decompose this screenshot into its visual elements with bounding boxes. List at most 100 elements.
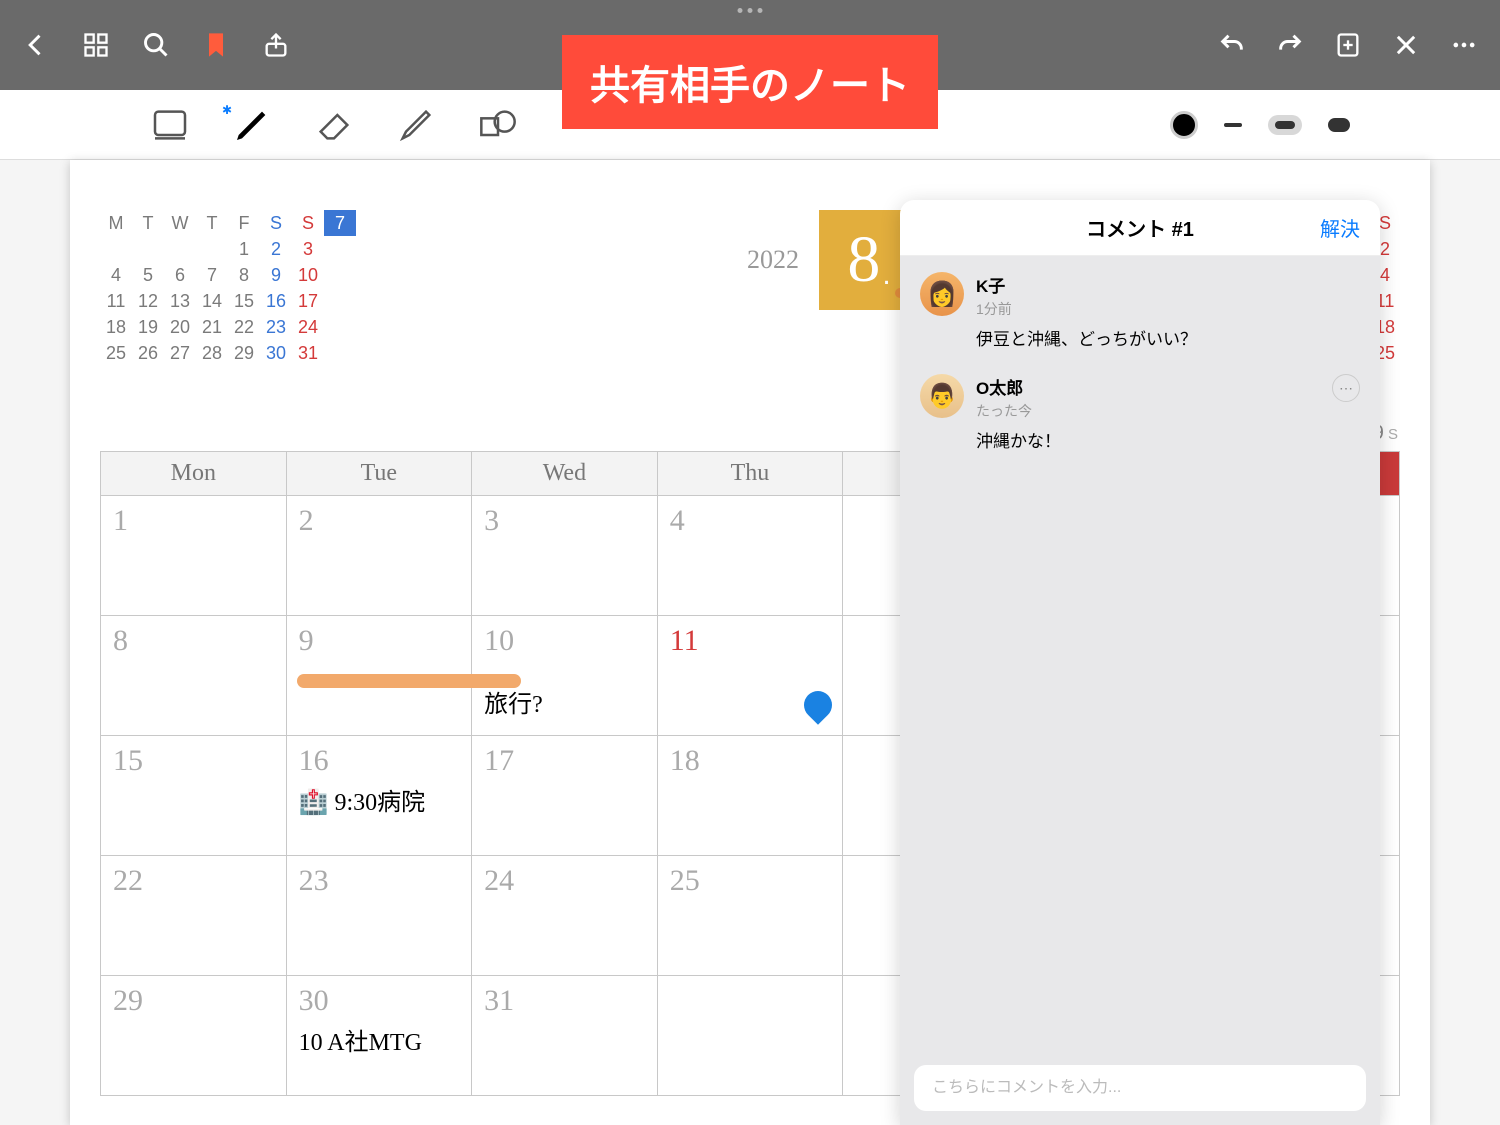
close-toolbar-button[interactable] xyxy=(1390,29,1422,61)
mini-cal-day[interactable]: 10 xyxy=(292,262,324,288)
calendar-cell[interactable]: 2 xyxy=(286,496,472,616)
day-number: 23 xyxy=(299,864,460,898)
mini-cal-header: F xyxy=(228,210,260,236)
calendar-cell[interactable]: 25 xyxy=(657,856,843,976)
mini-cal-day[interactable]: 29 xyxy=(228,340,260,366)
mini-calendar-prev[interactable]: MTWTFSS712345678910111213141516171819202… xyxy=(100,210,356,366)
mini-cal-day[interactable]: 14 xyxy=(196,288,228,314)
pen-size-picker xyxy=(1170,111,1350,139)
share-button[interactable] xyxy=(260,29,292,61)
day-number: 16 xyxy=(299,744,460,778)
calendar-cell[interactable]: 24 xyxy=(472,856,658,976)
calendar-cell[interactable]: 31 xyxy=(472,976,658,1096)
weekday-header: Thu xyxy=(657,452,843,496)
redo-button[interactable] xyxy=(1274,29,1306,61)
shapes-tool[interactable] xyxy=(478,105,518,145)
highlighter-tool[interactable] xyxy=(396,105,436,145)
mini-cal-day[interactable]: 15 xyxy=(228,288,260,314)
day-number: 22 xyxy=(113,864,274,898)
add-page-button[interactable] xyxy=(1332,29,1364,61)
comment-item: 👩 K子 1分前 伊豆と沖縄、どっちがいい？ xyxy=(920,272,1360,350)
mini-cal-day[interactable]: 21 xyxy=(196,314,228,340)
weekday-header: Tue xyxy=(286,452,472,496)
mini-cal-day[interactable]: 23 xyxy=(260,314,292,340)
mini-cal-day[interactable]: 25 xyxy=(100,340,132,366)
mini-cal-day[interactable]: 7 xyxy=(196,262,228,288)
day-number: 8 xyxy=(113,624,274,658)
mini-cal-day[interactable] xyxy=(132,236,164,262)
mini-cal-day[interactable] xyxy=(196,236,228,262)
comment-menu-button[interactable]: ⋯ xyxy=(1332,374,1360,402)
calendar-cell[interactable]: 3010 A社MTG xyxy=(286,976,472,1096)
mini-cal-day[interactable]: 16 xyxy=(260,288,292,314)
calendar-cell[interactable]: 22 xyxy=(101,856,287,976)
calendar-cell[interactable]: 3 xyxy=(472,496,658,616)
search-button[interactable] xyxy=(140,29,172,61)
mini-cal-day[interactable]: 12 xyxy=(132,288,164,314)
mini-cal-day[interactable]: 3 xyxy=(292,236,324,262)
day-number: 2 xyxy=(299,504,460,538)
pen-color-black[interactable] xyxy=(1170,111,1198,139)
more-button[interactable] xyxy=(1448,29,1480,61)
comment-author: O太郎 xyxy=(976,374,1360,399)
mini-cal-day[interactable]: 13 xyxy=(164,288,196,314)
mini-cal-day[interactable]: 22 xyxy=(228,314,260,340)
calendar-cell[interactable]: 11 xyxy=(657,616,843,736)
calendar-cell[interactable]: 8 xyxy=(101,616,287,736)
window-handle-icon[interactable] xyxy=(738,8,763,13)
comment-input[interactable] xyxy=(914,1065,1366,1111)
mini-cal-day[interactable]: 6 xyxy=(164,262,196,288)
mini-cal-day[interactable]: 8 xyxy=(228,262,260,288)
pen-tool[interactable]: ✱ xyxy=(232,105,272,145)
calendar-cell[interactable]: 4 xyxy=(657,496,843,616)
calendar-cell[interactable]: 29 xyxy=(101,976,287,1096)
mini-cal-day[interactable]: 1 xyxy=(228,236,260,262)
calendar-cell[interactable]: 15 xyxy=(101,736,287,856)
bookmark-icon[interactable] xyxy=(200,29,232,61)
mini-cal-day[interactable]: 17 xyxy=(292,288,324,314)
calendar-cell[interactable]: 9 xyxy=(286,616,472,736)
mini-cal-day[interactable]: 5 xyxy=(132,262,164,288)
calendar-cell[interactable]: 23 xyxy=(286,856,472,976)
mini-cal-day[interactable]: 24 xyxy=(292,314,324,340)
calendar-cell[interactable] xyxy=(657,976,843,1096)
comment-time: 1分前 xyxy=(976,299,1360,319)
mini-cal-day[interactable]: 27 xyxy=(164,340,196,366)
mini-cal-day[interactable]: 20 xyxy=(164,314,196,340)
back-button[interactable] xyxy=(20,29,52,61)
pen-size-thin[interactable] xyxy=(1224,123,1242,127)
calendar-cell[interactable]: 16🏥 9:30病院 xyxy=(286,736,472,856)
thumbnails-button[interactable] xyxy=(80,29,112,61)
mini-cal-day[interactable]: 11 xyxy=(100,288,132,314)
mini-cal-today: 7 xyxy=(324,210,356,236)
resolve-button[interactable]: 解決 xyxy=(1320,213,1360,242)
mini-cal-day[interactable]: 28 xyxy=(196,340,228,366)
mini-cal-day[interactable]: 30 xyxy=(260,340,292,366)
mini-cal-day[interactable]: 19 xyxy=(132,314,164,340)
eraser-tool[interactable] xyxy=(314,105,354,145)
month-number: 8 xyxy=(847,222,880,298)
calendar-cell[interactable]: 17 xyxy=(472,736,658,856)
comment-pin-icon[interactable] xyxy=(804,691,832,719)
comment-text: 沖縄かな！ xyxy=(976,427,1360,452)
mini-cal-day[interactable]: 4 xyxy=(100,262,132,288)
mini-cal-day[interactable] xyxy=(100,236,132,262)
mini-cal-day[interactable] xyxy=(164,236,196,262)
mini-cal-day[interactable]: 31 xyxy=(292,340,324,366)
mini-cal-day[interactable]: 9 xyxy=(260,262,292,288)
day-number: 3 xyxy=(484,504,645,538)
calendar-cell[interactable]: 10旅行? xyxy=(472,616,658,736)
month-badge: 2022 8 . xyxy=(747,210,919,310)
pen-size-medium[interactable] xyxy=(1268,115,1302,135)
day-number: 31 xyxy=(484,984,645,1018)
mini-cal-day[interactable]: 2 xyxy=(260,236,292,262)
comment-time: たった今 xyxy=(976,401,1360,421)
pen-size-thick[interactable] xyxy=(1328,118,1350,132)
calendar-cell[interactable]: 18 xyxy=(657,736,843,856)
undo-button[interactable] xyxy=(1216,29,1248,61)
mini-cal-day[interactable]: 26 xyxy=(132,340,164,366)
read-mode-button[interactable] xyxy=(150,105,190,145)
calendar-cell[interactable]: 1 xyxy=(101,496,287,616)
handwritten-note: 10 A社MTG xyxy=(299,1022,460,1057)
mini-cal-day[interactable]: 18 xyxy=(100,314,132,340)
